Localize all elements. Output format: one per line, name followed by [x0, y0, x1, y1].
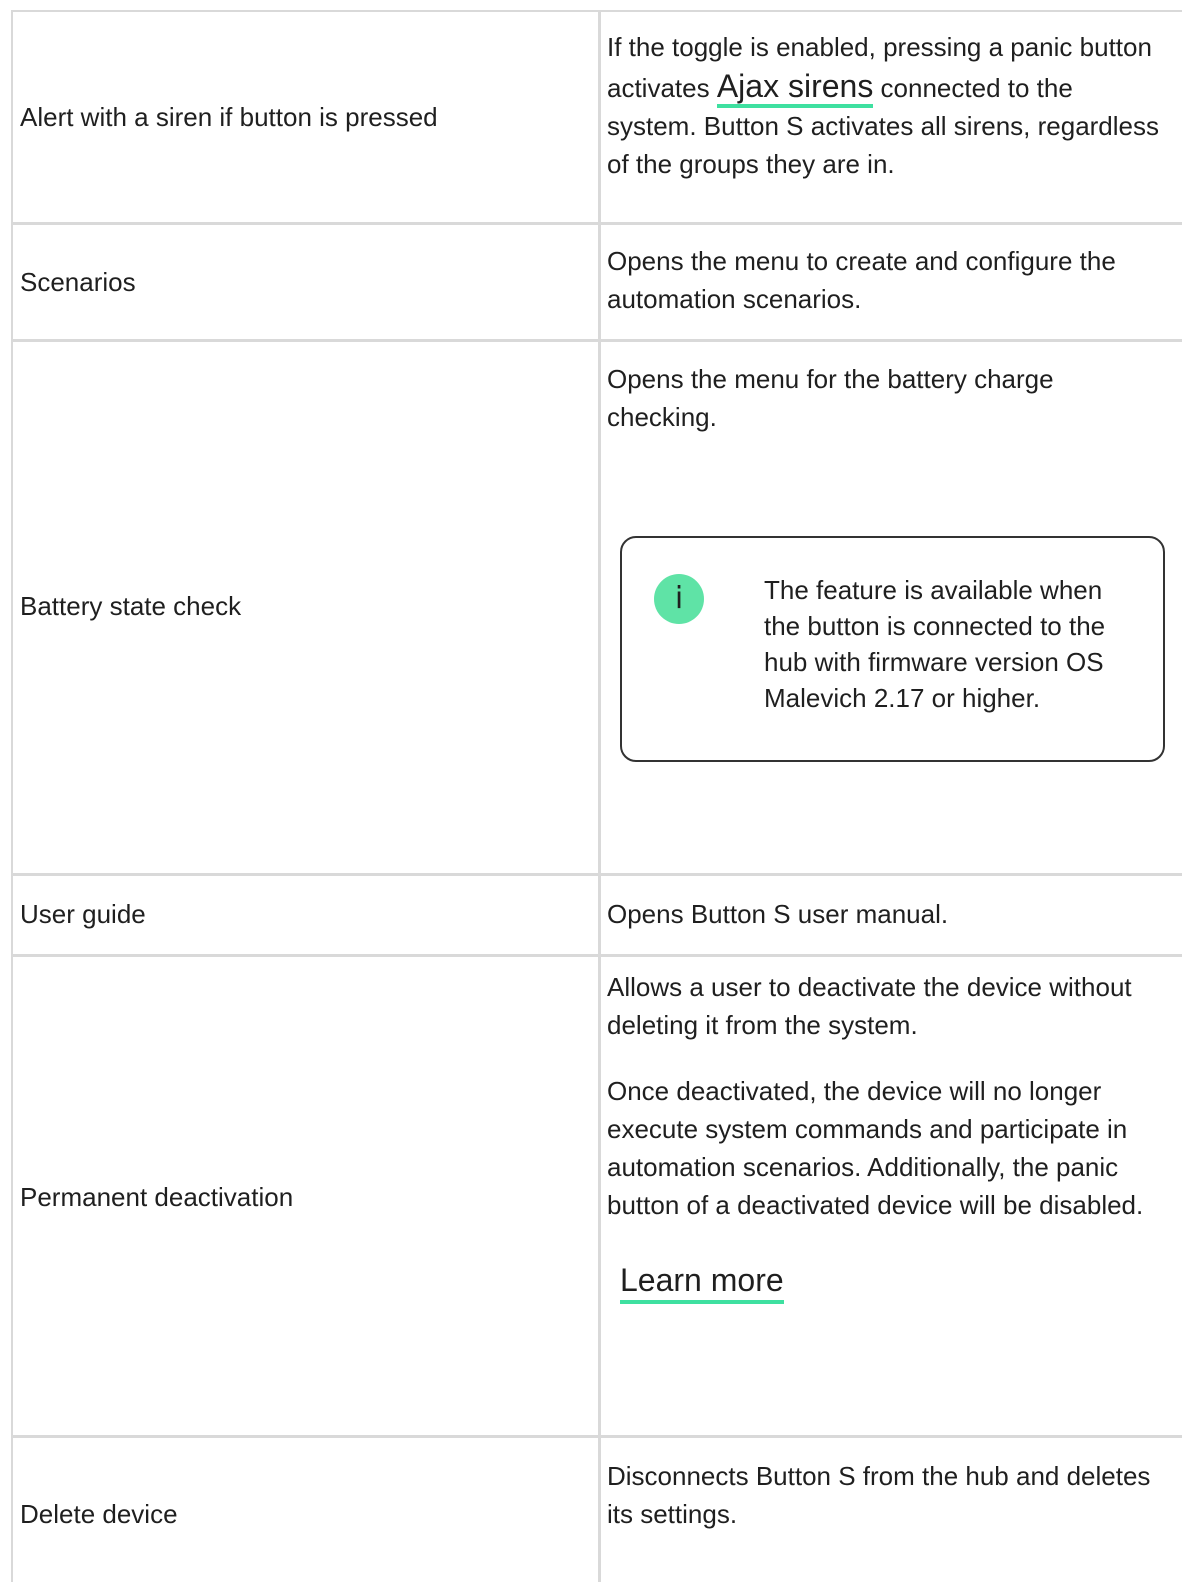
row-desc-siren: If the toggle is enabled, pressing a pan…: [607, 28, 1167, 183]
info-icon: i: [654, 574, 704, 624]
learn-more-link[interactable]: Learn more: [620, 1260, 784, 1304]
row-desc-battery: Opens the menu for the battery charge ch…: [607, 364, 1054, 432]
ajax-sirens-link[interactable]: Ajax sirens: [716, 68, 874, 108]
info-notice: i The feature is available when the butt…: [620, 536, 1165, 762]
row-label-battery: Battery state check: [20, 591, 242, 621]
deactivation-desc-p1: Allows a user to deactivate the device w…: [607, 972, 1132, 1040]
row-label-deactivation: Permanent deactivation: [20, 1182, 294, 1212]
row-desc-scenarios: Opens the menu to create and configure t…: [607, 246, 1116, 314]
deactivation-desc-p2: Once deactivated, the device will no lon…: [607, 1076, 1144, 1220]
row-label-delete: Delete device: [20, 1499, 178, 1529]
row-desc-delete: Disconnects Button S from the hub and de…: [607, 1461, 1151, 1529]
row-label-scenarios: Scenarios: [20, 267, 136, 297]
info-notice-text: The feature is available when the button…: [764, 575, 1106, 713]
row-label-siren: Alert with a siren if button is pressed: [20, 102, 438, 132]
row-desc-deactivation: Allows a user to deactivate the device w…: [607, 968, 1167, 1224]
row-desc-user-guide: Opens Button S user manual.: [607, 899, 949, 929]
column-divider: [598, 10, 601, 1582]
row-label-user-guide: User guide: [20, 899, 146, 929]
